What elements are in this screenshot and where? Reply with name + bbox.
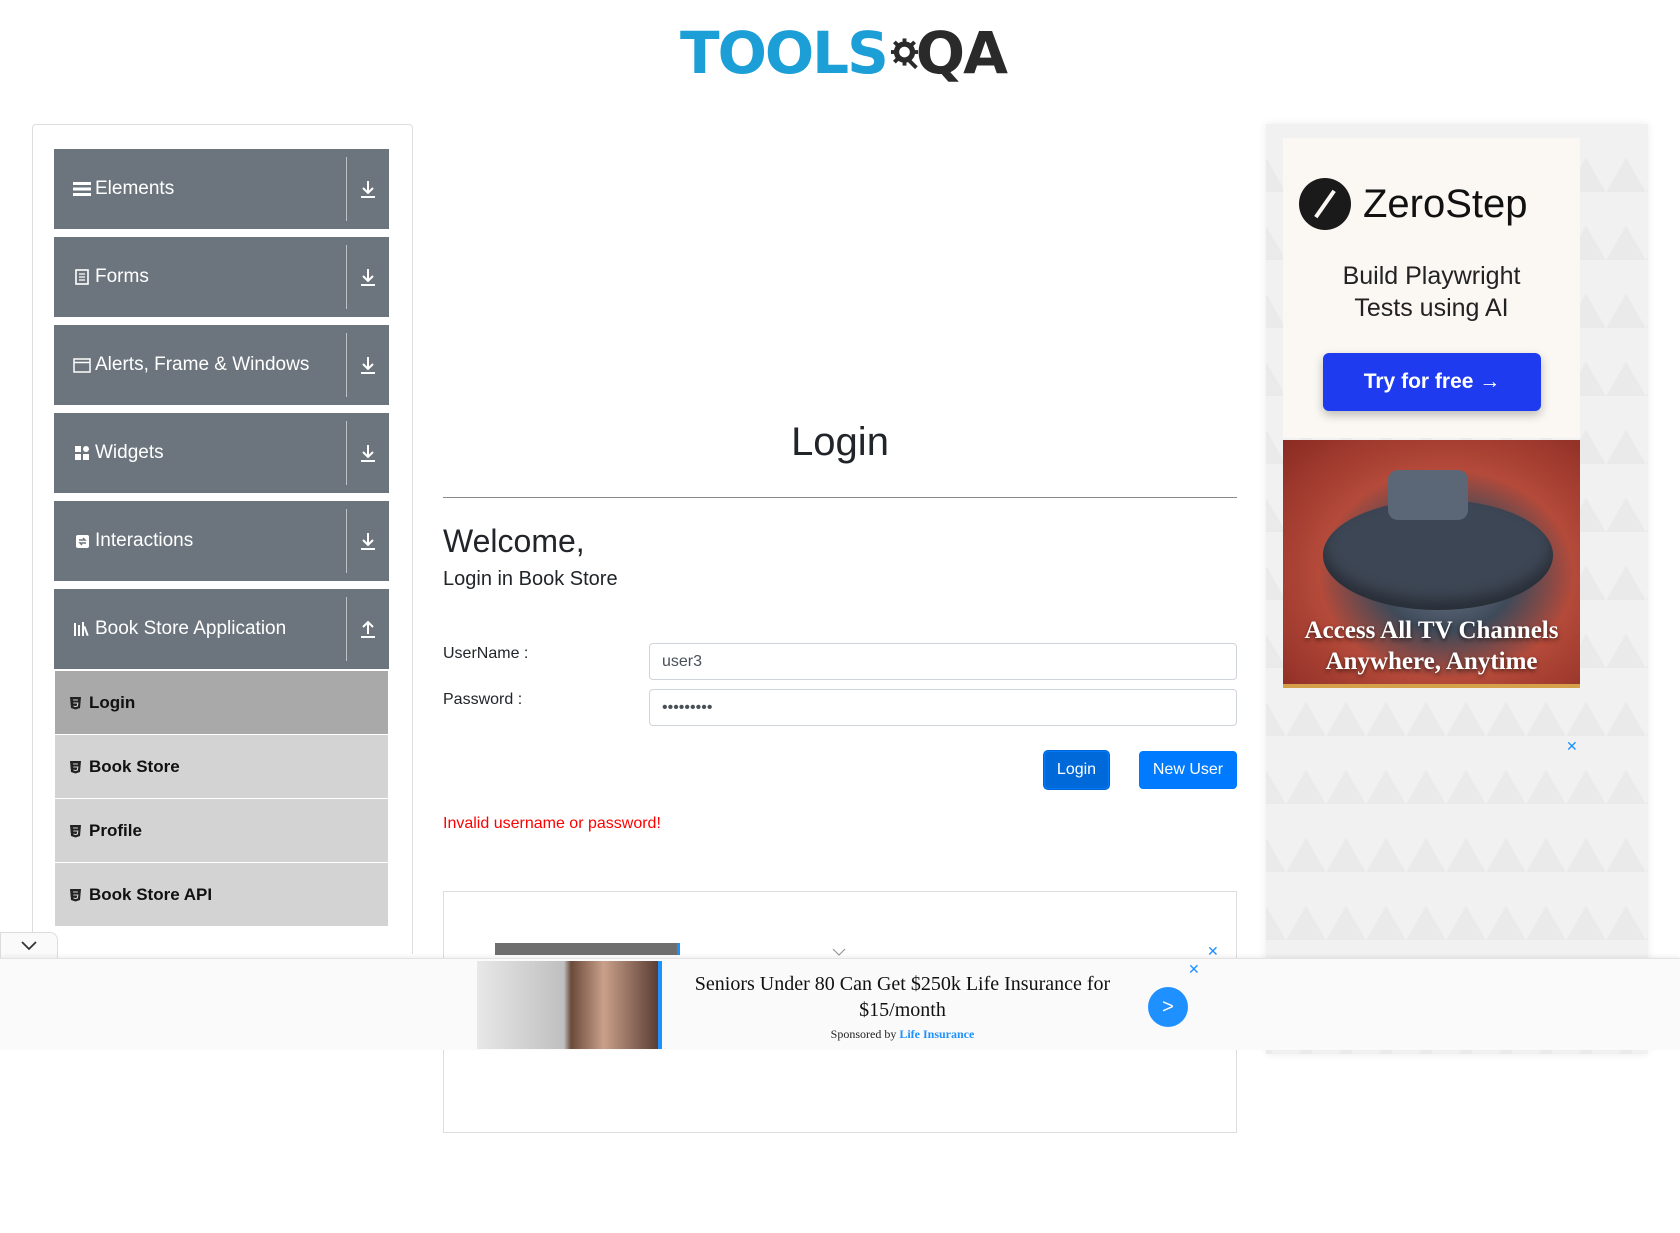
sidebar-item-label: Login bbox=[89, 692, 136, 712]
document-icon bbox=[73, 268, 91, 286]
username-input[interactable]: user3 bbox=[649, 643, 1237, 680]
download-icon[interactable] bbox=[347, 237, 389, 317]
books-icon bbox=[73, 620, 91, 638]
sidebar-item-book-store[interactable]: Book Store bbox=[55, 735, 388, 798]
divider bbox=[443, 497, 1237, 498]
interactions-icon bbox=[73, 532, 91, 550]
sponsor-name[interactable]: Life Insurance bbox=[899, 1027, 974, 1041]
page-title: Login bbox=[791, 420, 889, 464]
sponsored-prefix: Sponsored by bbox=[830, 1027, 897, 1041]
sidebar-group-label: Book Store Application bbox=[95, 618, 287, 639]
logo-tools-text: TOOLS bbox=[680, 19, 889, 87]
login-button[interactable]: Login bbox=[1044, 751, 1109, 789]
download-icon[interactable] bbox=[347, 149, 389, 229]
sidebar-group-widgets[interactable]: Widgets bbox=[54, 413, 389, 493]
tv-ad-line-1: Access All TV Channels bbox=[1304, 617, 1559, 644]
zerostep-ad[interactable]: ZeroStep Build Playwright Tests using AI… bbox=[1283, 138, 1580, 438]
sidebar-group-book-store-application[interactable]: Book Store Application bbox=[54, 589, 389, 669]
sidebar-group-label: Alerts, Frame & Windows bbox=[95, 354, 310, 375]
sidebar-group-label: Widgets bbox=[95, 442, 164, 463]
ad-image[interactable] bbox=[477, 961, 662, 1049]
zerostep-logo-icon bbox=[1299, 178, 1351, 230]
password-label: Password : bbox=[443, 691, 523, 708]
username-label: UserName : bbox=[443, 645, 529, 662]
new-user-button[interactable]: New User bbox=[1139, 751, 1237, 789]
upload-icon[interactable] bbox=[347, 589, 389, 669]
sidebar-item-label: Book Store bbox=[89, 756, 180, 776]
sidebar-item-profile[interactable]: Profile bbox=[55, 799, 388, 862]
sidebar-item-login[interactable]: Login bbox=[55, 671, 388, 734]
sidebar-item-label: Profile bbox=[89, 820, 142, 840]
sidebar-group-elements[interactable]: Elements bbox=[54, 149, 389, 229]
sidebar-group-alerts[interactable]: Alerts, Frame & Windows bbox=[54, 325, 389, 405]
zerostep-name: ZeroStep bbox=[1363, 181, 1528, 226]
error-message: Invalid username or password! bbox=[443, 815, 661, 832]
download-icon[interactable] bbox=[347, 413, 389, 493]
sidebar-group-label: Forms bbox=[95, 266, 149, 287]
zerostep-tagline: Build Playwright Tests using AI bbox=[1283, 260, 1580, 324]
close-icon[interactable]: ✕ bbox=[1188, 961, 1200, 978]
bottom-sticky-ad[interactable]: Seniors Under 80 Can Get $250k Life Insu… bbox=[0, 958, 1680, 1050]
ad-headline[interactable]: Seniors Under 80 Can Get $250k Life Insu… bbox=[680, 971, 1125, 1023]
tv-channels-ad[interactable]: Access All TV Channels Anywhere, Anytime bbox=[1283, 440, 1580, 688]
chevron-down-icon[interactable] bbox=[832, 948, 846, 956]
ad-sponsor: Sponsored by Life Insurance bbox=[680, 1027, 1125, 1042]
zerostep-brand: ZeroStep bbox=[1299, 178, 1528, 230]
html5-icon bbox=[69, 760, 83, 774]
chevron-down-icon bbox=[21, 941, 37, 951]
ad-image[interactable] bbox=[495, 943, 680, 955]
html5-icon bbox=[69, 696, 83, 710]
page: TOOLS QA Elements Forms Alerts, Frame & … bbox=[0, 0, 1680, 1233]
try-for-free-button[interactable]: Try for free → bbox=[1323, 353, 1541, 411]
bottom-ad-collapse-toggle[interactable] bbox=[0, 932, 58, 959]
login-subtitle: Login in Book Store bbox=[443, 568, 618, 590]
ad-go-button[interactable]: > bbox=[1148, 987, 1188, 1027]
sidebar-item-label: Book Store API bbox=[89, 884, 213, 904]
html5-icon bbox=[69, 888, 83, 902]
logo-qa-text: QA bbox=[915, 19, 1008, 87]
sidebar-group-interactions[interactable]: Interactions bbox=[54, 501, 389, 581]
download-icon[interactable] bbox=[347, 501, 389, 581]
left-sidebar: Elements Forms Alerts, Frame & Windows W… bbox=[32, 124, 413, 954]
zerostep-tagline-1: Build Playwright bbox=[1342, 262, 1521, 290]
sidebar-group-label: Interactions bbox=[95, 530, 194, 551]
download-icon[interactable] bbox=[347, 325, 389, 405]
window-icon bbox=[73, 356, 91, 374]
sidebar-group-label: Elements bbox=[95, 178, 175, 199]
toolsqa-logo[interactable]: TOOLS QA bbox=[680, 14, 1008, 92]
welcome-heading: Welcome, bbox=[443, 523, 585, 559]
tv-ad-line-2: Anywhere, Anytime bbox=[1325, 648, 1538, 675]
close-icon[interactable]: ✕ bbox=[1566, 738, 1578, 755]
sidebar-item-book-store-api[interactable]: Book Store API bbox=[55, 863, 388, 926]
sidebar-group-forms[interactable]: Forms bbox=[54, 237, 389, 317]
zerostep-tagline-2: Tests using AI bbox=[1354, 294, 1509, 322]
hdmi-plug-image bbox=[1388, 470, 1468, 520]
tv-ad-text: Access All TV Channels Anywhere, Anytime bbox=[1283, 615, 1580, 677]
hamburger-icon bbox=[73, 180, 91, 198]
password-input[interactable]: ••••••••• bbox=[649, 689, 1237, 726]
html5-icon bbox=[69, 824, 83, 838]
widgets-icon bbox=[73, 444, 91, 462]
